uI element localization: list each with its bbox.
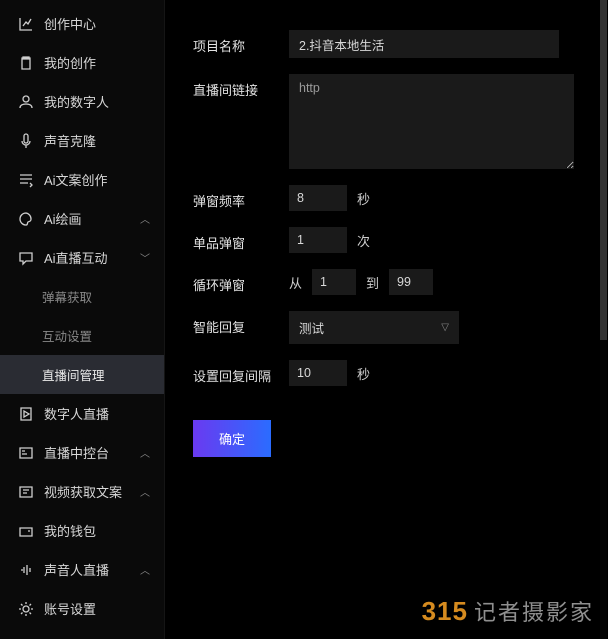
single-popup-unit: 次 <box>357 231 370 250</box>
sidebar-item-label: Ai绘画 <box>44 209 130 228</box>
chevron-up-icon: ︿ <box>140 562 150 577</box>
loop-from-label: 从 <box>289 273 302 292</box>
sidebar-item-label: 数字人直播 <box>44 404 150 423</box>
sidebar-item-13[interactable]: 我的钱包 <box>0 511 164 550</box>
sidebar: 创作中心我的创作我的数字人声音克隆 Ai文案创作 Ai绘画 ︿ Ai直播互动 ﹀ 弹幕获取互… <box>0 0 165 639</box>
loop-popup-label: 循环弹窗 <box>193 269 289 294</box>
reply-interval-input[interactable] <box>289 360 347 386</box>
clipboard-icon <box>18 55 34 71</box>
video-text-icon <box>18 484 34 500</box>
sidebar-item-3[interactable]: 声音克隆 <box>0 121 164 160</box>
sidebar-item-label: 创作中心 <box>44 14 150 33</box>
sidebar-item-label: 弹幕获取 <box>42 287 150 306</box>
console-icon <box>18 445 34 461</box>
sidebar-item-15[interactable]: 账号设置 <box>0 589 164 628</box>
chevron-down-icon: ▽ <box>441 322 449 333</box>
sidebar-item-label: 我的钱包 <box>44 521 150 540</box>
chevron-down-icon: ﹀ <box>140 250 150 265</box>
sidebar-item-label: 直播间管理 <box>42 365 150 384</box>
palette-icon <box>18 211 34 227</box>
sidebar-item-label: 账号设置 <box>44 599 150 618</box>
sidebar-item-8[interactable]: 互动设置 <box>0 316 164 355</box>
stream-link-input[interactable]: http <box>289 74 574 169</box>
chevron-up-icon: ︿ <box>140 445 150 460</box>
popup-freq-input[interactable] <box>289 185 347 211</box>
sidebar-item-label: 声音克隆 <box>44 131 150 150</box>
mic-icon <box>18 133 34 149</box>
project-name-input[interactable] <box>289 30 559 58</box>
loop-from-input[interactable] <box>312 269 356 295</box>
sidebar-item-label: 互动设置 <box>42 326 150 345</box>
sidebar-item-2[interactable]: 我的数字人 <box>0 82 164 121</box>
sidebar-item-4[interactable]: Ai文案创作 <box>0 160 164 199</box>
chevron-up-icon: ︿ <box>140 484 150 499</box>
sidebar-item-label: 声音人直播 <box>44 560 130 579</box>
loop-to-input[interactable] <box>389 269 433 295</box>
sidebar-item-10[interactable]: 数字人直播 <box>0 394 164 433</box>
sidebar-item-label: Ai直播互动 <box>44 248 130 267</box>
wallet-icon <box>18 523 34 539</box>
scrollbar-thumb[interactable] <box>600 0 607 340</box>
project-name-label: 项目名称 <box>193 30 289 55</box>
sidebar-item-11[interactable]: 直播中控台 ︿ <box>0 433 164 472</box>
sidebar-item-0[interactable]: 创作中心 <box>0 4 164 43</box>
sidebar-item-label: 直播中控台 <box>44 443 130 462</box>
stream-link-label: 直播间链接 <box>193 74 289 99</box>
single-popup-label: 单品弹窗 <box>193 227 289 252</box>
person-icon <box>18 94 34 110</box>
smart-reply-value: 测试 <box>299 318 324 337</box>
sidebar-item-9[interactable]: 直播间管理 <box>0 355 164 394</box>
ai-text-icon <box>18 172 34 188</box>
smart-reply-label: 智能回复 <box>193 311 289 336</box>
sidebar-item-label: Ai文案创作 <box>44 170 150 189</box>
sidebar-item-5[interactable]: Ai绘画 ︿ <box>0 199 164 238</box>
sidebar-item-7[interactable]: 弹幕获取 <box>0 277 164 316</box>
sidebar-item-label: 我的数字人 <box>44 92 150 111</box>
sidebar-item-6[interactable]: Ai直播互动 ﹀ <box>0 238 164 277</box>
popup-freq-label: 弹窗频率 <box>193 185 289 210</box>
sidebar-item-label: 我的创作 <box>44 53 150 72</box>
popup-freq-unit: 秒 <box>357 189 370 208</box>
smart-reply-select[interactable]: 测试 ▽ <box>289 311 459 344</box>
sidebar-item-1[interactable]: 我的创作 <box>0 43 164 82</box>
chat-icon <box>18 250 34 266</box>
single-popup-input[interactable] <box>289 227 347 253</box>
sidebar-item-14[interactable]: 声音人直播 ︿ <box>0 550 164 589</box>
play-icon <box>18 406 34 422</box>
gear-icon <box>18 601 34 617</box>
main-form: 项目名称 直播间链接 http 弹窗频率 秒 单品弹窗 次 循环弹窗 从 <box>165 0 608 639</box>
sidebar-item-12[interactable]: 视频获取文案 ︿ <box>0 472 164 511</box>
sidebar-item-label: 视频获取文案 <box>44 482 130 501</box>
confirm-button[interactable]: 确定 <box>193 420 271 457</box>
chevron-up-icon: ︿ <box>140 211 150 226</box>
reply-interval-unit: 秒 <box>357 364 370 383</box>
loop-to-label: 到 <box>366 273 379 292</box>
audio-icon <box>18 562 34 578</box>
reply-interval-label: 设置回复间隔 <box>193 360 289 385</box>
chart-icon <box>18 16 34 32</box>
